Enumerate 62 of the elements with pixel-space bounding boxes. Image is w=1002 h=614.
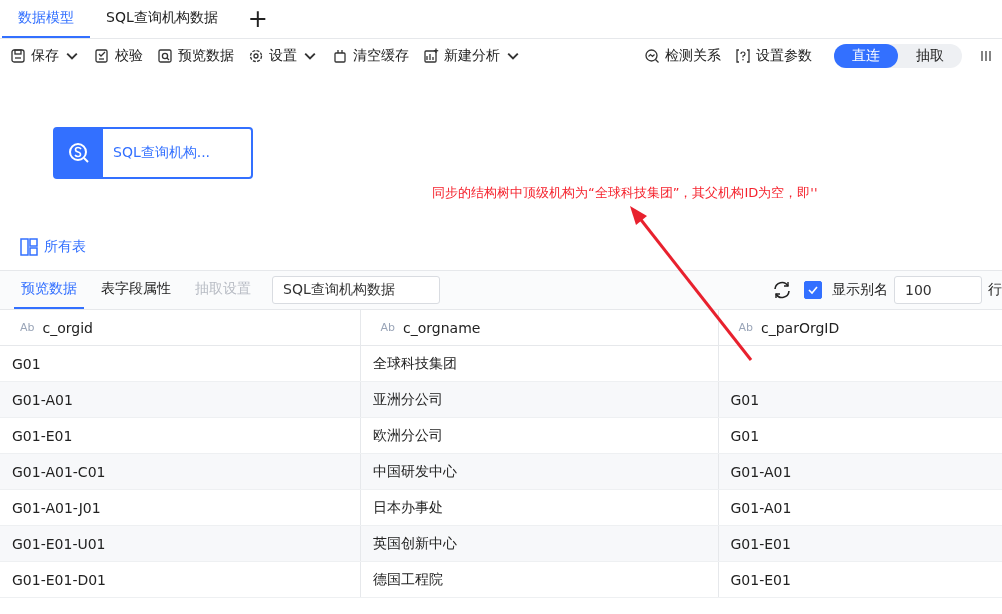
mode-option[interactable]: 抽取 [898, 44, 962, 68]
toolbar-button[interactable]: 校验 [94, 47, 151, 65]
toolbar-button[interactable]: 新建分析 [423, 47, 529, 65]
table-cell: G01-E01-U01 [12, 535, 106, 552]
toolbar-button[interactable]: 检测关系 [644, 47, 729, 65]
table-cell: 全球科技集团 [372, 354, 457, 371]
tab[interactable]: SQL查询机构数据 [90, 0, 234, 38]
table-cell: G01-E01-D01 [12, 571, 107, 588]
table-cell: G01-A01 [730, 463, 792, 480]
toolbar-button[interactable]: 预览数据 [157, 47, 242, 65]
node-label: SQL查询机构... [112, 143, 211, 162]
type-label: Ab [20, 321, 35, 334]
table-cell: G01-A01-J01 [12, 499, 101, 516]
type-label: Ab [380, 321, 395, 334]
table-cell: G01 [730, 391, 760, 408]
tab[interactable]: 预览数据 [14, 271, 84, 309]
refresh-icon[interactable] [772, 280, 792, 300]
table-cell: 中国研发中心 [372, 462, 457, 479]
check-icon [807, 284, 819, 296]
mode-option[interactable]: 直连 [834, 44, 898, 68]
checkbox[interactable] [804, 281, 822, 299]
chart-add-icon [423, 48, 439, 64]
check-icon [94, 48, 110, 64]
table-cell: G01-A01 [730, 499, 792, 516]
columns-icon[interactable] [980, 50, 992, 62]
table-cell: G01-E01 [730, 535, 791, 552]
preview-icon [157, 48, 173, 64]
checkbox-label: 显示别名 [832, 281, 888, 299]
tab[interactable]: 表字段属性 [94, 271, 178, 309]
toolbar-button[interactable]: 清空缓存 [332, 47, 417, 65]
annotation-text: 同步的结构树中顶级机构为“全球科技集团”，其父机构ID为空，即'' [432, 184, 818, 202]
table-cell: G01 [12, 355, 41, 372]
table-cell: G01-E01 [12, 427, 73, 444]
table-cell: G01-A01 [12, 391, 73, 408]
table-cell: G01-E01 [730, 571, 791, 588]
column-header: c_orgname [403, 319, 481, 336]
toolbar-button[interactable]: 设置 [248, 47, 326, 65]
layout-icon [20, 238, 38, 256]
all-tables-button[interactable]: 所有表 [20, 238, 86, 256]
table-node[interactable]: SQL查询机构... [53, 127, 253, 179]
table-cell: G01 [730, 427, 760, 444]
unit-label: 行 [988, 281, 1002, 299]
search-icon [644, 48, 660, 64]
table-cell: G01-A01-C01 [12, 463, 106, 480]
table-cell: 德国工程院 [372, 570, 443, 587]
table-cell: 英国创新中心 [372, 534, 457, 551]
row-count-field[interactable]: 100 [894, 276, 982, 304]
type-label: Ab [738, 321, 753, 334]
table-name-field[interactable]: SQL查询机构数据 [272, 276, 440, 304]
tab[interactable]: 数据模型 [2, 0, 90, 38]
toolbar-button[interactable]: 保存 [10, 47, 88, 65]
toolbar-button[interactable]: 设置参数 [735, 47, 820, 65]
column-header: c_orgid [42, 319, 93, 336]
gear-icon [248, 48, 264, 64]
table-cell: 亚洲分公司 [372, 390, 443, 407]
add-tab-button[interactable]: + [233, 0, 282, 38]
column-header: c_parOrgID [761, 319, 840, 336]
table-cell: 欧洲分公司 [372, 426, 443, 443]
table-cell: 日本办事处 [372, 498, 443, 515]
help-bracket-icon [735, 48, 751, 64]
save-icon [10, 48, 26, 64]
sql-search-icon [68, 142, 90, 164]
